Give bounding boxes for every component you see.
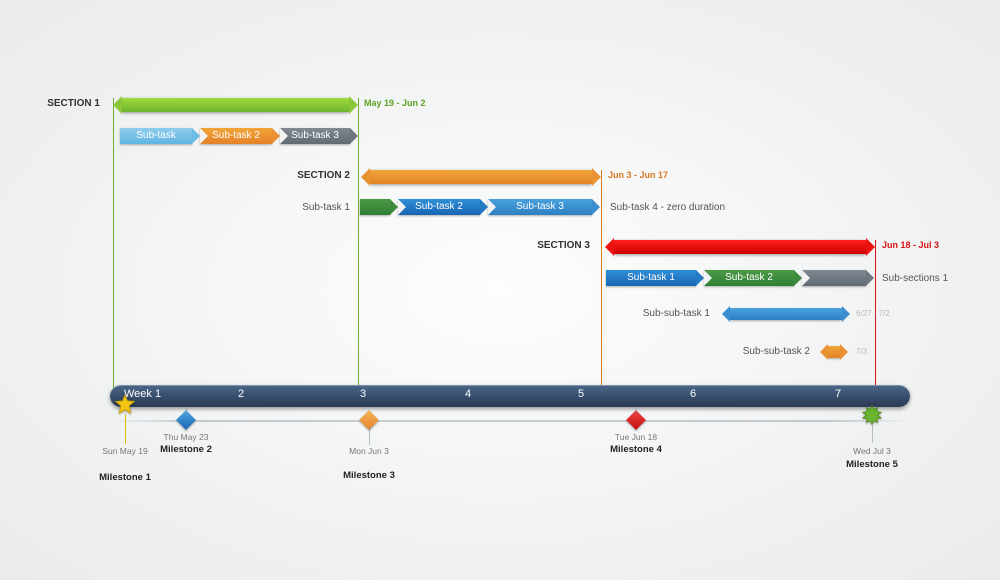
- s3-task1[interactable]: Sub-task 1: [606, 270, 696, 286]
- week-2: 2: [238, 388, 244, 400]
- sub-sub-task1-dates: 6/27 - 7/2: [856, 309, 890, 318]
- milestone3-label: Milestone 3: [329, 470, 409, 481]
- sub-sub-task2-bar[interactable]: [828, 346, 840, 358]
- sub-sub-task1-bar[interactable]: [730, 308, 842, 320]
- s1-task2[interactable]: Sub-task 2: [200, 128, 272, 144]
- milestone5-date: Wed Jul 3: [842, 446, 902, 456]
- s3-task3-tail[interactable]: [802, 270, 866, 286]
- sub-sub-task2-dates: 7/3: [856, 347, 867, 356]
- gantt-chart: SECTION 1 May 19 - Jun 2 Sub-task Sub-ta…: [0, 0, 1000, 580]
- milestone5-tick: [872, 425, 873, 443]
- week-6: 6: [690, 388, 696, 400]
- milestone4-date: Tue Jun 18: [606, 432, 666, 442]
- axis-line: [110, 420, 910, 422]
- week-7: 7: [835, 388, 841, 400]
- s3-task3-label: Sub-sections 1: [882, 273, 948, 284]
- timeline-bar: Week 1 2 3 4 5 6 7: [110, 385, 910, 407]
- section3-label: SECTION 3: [510, 240, 590, 251]
- s2-task1[interactable]: [360, 199, 390, 215]
- section2-dates: Jun 3 - Jun 17: [608, 170, 668, 180]
- burst-icon: [861, 405, 883, 427]
- section1-start-line: [113, 98, 114, 392]
- milestone2-date: Thu May 23: [156, 432, 216, 442]
- star-icon: [114, 393, 136, 415]
- milestone2-label: Milestone 2: [146, 444, 226, 455]
- s2-task3[interactable]: Sub-task 3: [488, 199, 592, 215]
- section1-end-line: [358, 98, 359, 392]
- section2-end-line: [601, 170, 602, 392]
- s1-task1[interactable]: Sub-task: [120, 128, 192, 144]
- milestone3-date: Mon Jun 3: [339, 446, 399, 456]
- section2-label: SECTION 2: [270, 170, 350, 181]
- week-4: 4: [465, 388, 471, 400]
- week-5: 5: [578, 388, 584, 400]
- sub-sub-task1-label: Sub-sub-task 1: [620, 308, 710, 319]
- s3-task2[interactable]: Sub-task 2: [704, 270, 794, 286]
- s2-task2[interactable]: Sub-task 2: [398, 199, 480, 215]
- section1-bar[interactable]: [122, 98, 349, 112]
- milestone5-label: Milestone 5: [832, 459, 912, 470]
- milestone4-tick: [636, 408, 637, 414]
- section2-bar[interactable]: [370, 170, 592, 184]
- milestone3-tick: [369, 427, 370, 445]
- week-3: 3: [360, 388, 366, 400]
- s2-task1-label: Sub-task 1: [290, 202, 350, 213]
- milestone2-tick: [186, 408, 187, 414]
- section1-label: SECTION 1: [20, 98, 100, 109]
- s1-task3[interactable]: Sub-task 3: [280, 128, 350, 144]
- sub-sub-task2-label: Sub-sub-task 2: [720, 346, 810, 357]
- section1-dates: May 19 - Jun 2: [364, 98, 426, 108]
- s2-task4-label: Sub-task 4 - zero duration: [610, 202, 725, 213]
- section3-dates: Jun 18 - Jul 3: [882, 240, 939, 250]
- milestone1-tick: [125, 414, 126, 444]
- milestone4-label: Milestone 4: [596, 444, 676, 455]
- section3-bar[interactable]: [614, 240, 866, 254]
- milestone1-label: Milestone 1: [85, 472, 165, 483]
